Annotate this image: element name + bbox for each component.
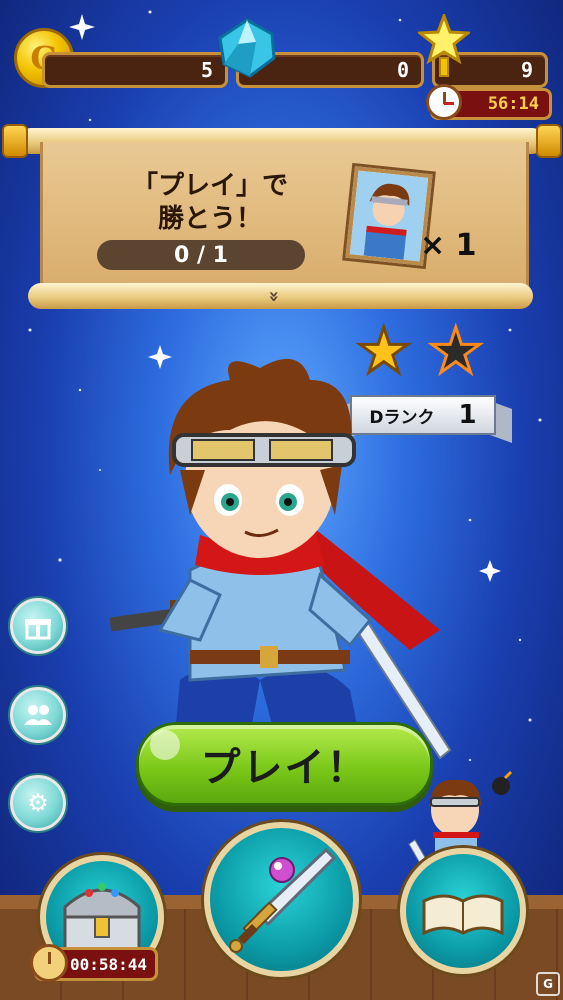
gem-icon <box>218 18 276 78</box>
star-count: 9 <box>520 58 533 82</box>
gift-button[interactable] <box>10 598 66 654</box>
gold-counter[interactable]: 5 <box>42 52 228 88</box>
site-watermark-icon: G <box>536 972 560 996</box>
quest-title-line1: 「プレイ」で <box>131 171 288 201</box>
play-button[interactable]: プレイ！ <box>136 722 433 806</box>
gift-icon <box>25 619 51 640</box>
hero-portrait-icon <box>349 170 429 262</box>
story-book-button[interactable] <box>400 848 526 974</box>
quest-progress-bar: 0 / 1 <box>97 240 305 270</box>
scroll-rod-cap-left <box>2 124 28 158</box>
friends-button[interactable] <box>10 687 66 743</box>
gem-count: 0 <box>396 58 409 82</box>
star-key-icon <box>418 14 470 77</box>
weapon-button[interactable] <box>204 822 359 977</box>
chest-timer-text: 00:58:44 <box>69 954 147 974</box>
event-timer-text: 56:14 <box>487 94 539 114</box>
friends-icon <box>24 705 52 725</box>
sword-icon <box>228 847 336 953</box>
stopwatch-icon <box>30 944 68 982</box>
gold-count: 5 <box>200 58 213 82</box>
expand-chevron-icon[interactable]: » <box>263 291 284 303</box>
treasure-chest-icon <box>63 883 141 955</box>
quest-progress-text: 0 / 1 <box>174 242 228 268</box>
settings-button[interactable]: ⚙ <box>10 775 66 831</box>
gear-icon: ⚙ <box>27 789 49 817</box>
quest-title-line2: 勝とう！ <box>157 204 262 234</box>
reward-multiplier: × 1 <box>420 228 477 263</box>
book-icon <box>422 894 504 936</box>
scroll-rod-cap-right <box>536 124 562 158</box>
clock-icon <box>426 84 462 120</box>
play-button-label: プレイ！ <box>200 745 369 791</box>
play-button-gloss <box>150 730 180 760</box>
quest-title: 「プレイ」で 勝とう！ <box>120 170 300 236</box>
